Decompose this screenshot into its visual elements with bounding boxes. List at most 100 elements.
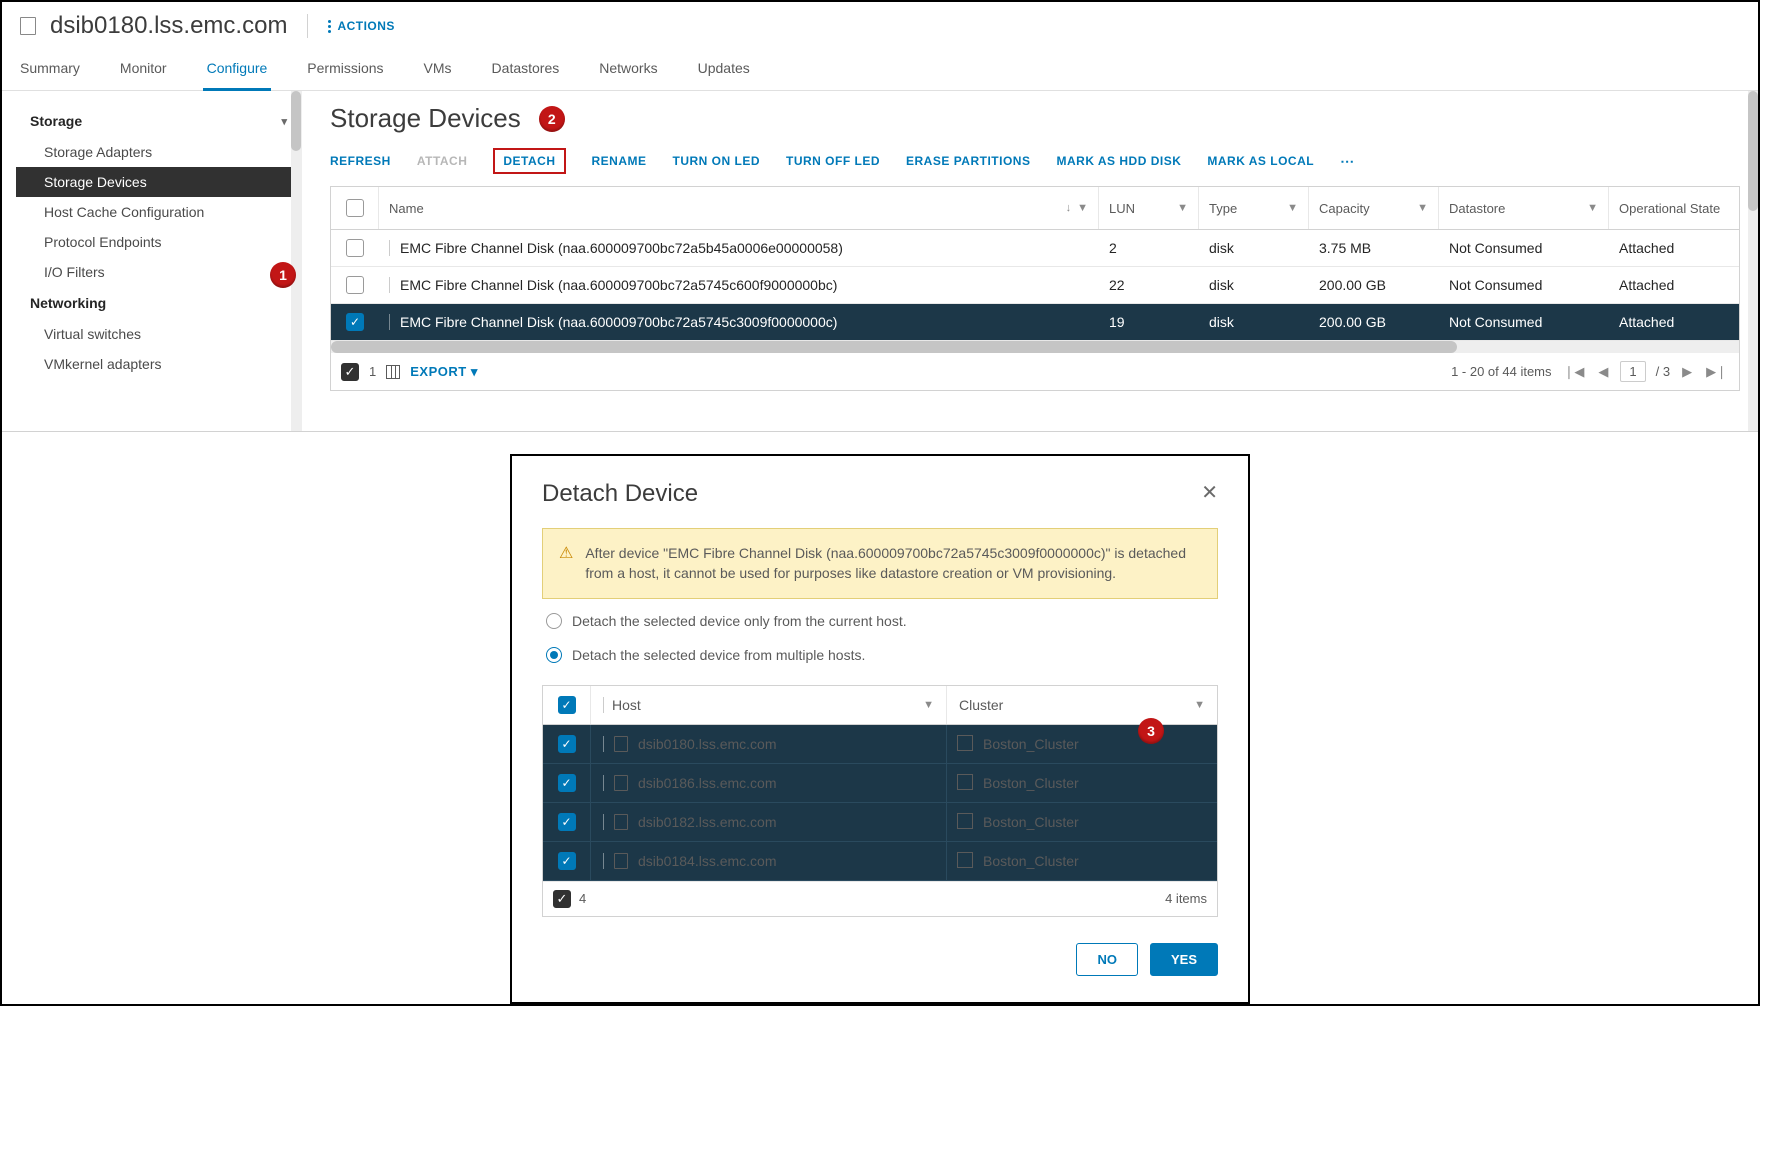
erase-partitions-button[interactable]: ERASE PARTITIONS [906,154,1030,168]
column-lun[interactable]: LUN [1109,201,1135,216]
select-all-checkbox[interactable] [346,199,364,217]
host-name: dsib0184.lss.emc.com [638,853,777,869]
host-name: dsib0182.lss.emc.com [638,814,777,830]
more-actions-icon[interactable]: ⋯ [1340,153,1356,170]
host-row[interactable]: ✓dsib0180.lss.emc.comBoston_Cluster [543,725,1217,764]
host-checkbox[interactable]: ✓ [558,813,576,831]
page-input[interactable]: 1 [1620,361,1645,382]
device-opstate: Attached [1609,231,1739,265]
tab-permissions[interactable]: Permissions [303,50,387,90]
rename-button[interactable]: RENAME [592,154,647,168]
tab-datastores[interactable]: Datastores [488,50,564,90]
column-host[interactable]: Host [612,697,641,713]
host-checkbox[interactable]: ✓ [558,735,576,753]
sidebar-group-label: Storage [30,113,82,129]
horizontal-scrollbar[interactable] [331,341,1739,353]
actions-menu[interactable]: ACTIONS [328,19,395,33]
main-content: Storage Devices 2 REFRESH ATTACH DETACH … [302,91,1758,431]
last-page-button[interactable]: ▶❘ [1704,364,1729,380]
attach-button[interactable]: ATTACH [417,154,468,168]
filter-icon[interactable]: ▼ [1287,202,1298,214]
sidebar-item-protocol-endpoints[interactable]: Protocol Endpoints [16,227,301,257]
filter-icon[interactable]: ▼ [923,699,934,711]
hosts-table: ✓ Host ▼ Cluster ▼ ✓dsib0180.lss.emc.comBo… [542,685,1218,917]
tab-configure[interactable]: Configure [203,50,272,91]
cluster-name: Boston_Cluster [983,775,1079,791]
row-checkbox[interactable] [346,239,364,257]
sort-icon[interactable]: ↓ [1066,202,1078,214]
close-button[interactable]: ✕ [1201,480,1218,505]
export-button[interactable]: EXPORT ▾ [410,364,478,380]
tab-networks[interactable]: Networks [595,50,661,90]
filter-icon[interactable]: ▼ [1077,202,1088,214]
refresh-button[interactable]: REFRESH [330,154,391,168]
sidebar-item-storage-adapters[interactable]: Storage Adapters [16,137,301,167]
column-type[interactable]: Type [1209,201,1237,216]
actions-label: ACTIONS [337,19,395,33]
host-icon [614,736,628,752]
sidebar-item-host-cache[interactable]: Host Cache Configuration [16,197,301,227]
yes-button[interactable]: YES [1150,943,1218,976]
column-capacity[interactable]: Capacity [1319,201,1370,216]
tab-updates[interactable]: Updates [694,50,754,90]
table-row[interactable]: EMC Fibre Channel Disk (naa.600009700bc7… [331,230,1739,267]
device-name: EMC Fibre Channel Disk (naa.600009700bc7… [400,277,837,293]
host-row[interactable]: ✓ dsib0182.lss.emc.com Boston_Cluster [543,803,1217,842]
table-row[interactable]: EMC Fibre Channel Disk (naa.600009700bc7… [331,267,1739,304]
filter-icon[interactable]: ▼ [1417,202,1428,214]
sidebar-scrollbar[interactable] [291,91,301,431]
filter-icon[interactable]: ▼ [1194,699,1205,711]
sidebar-group-storage[interactable]: Storage ▾ [16,105,301,137]
sidebar-item-vmkernel-adapters[interactable]: VMkernel adapters [16,349,301,379]
selected-hosts-icon: ✓ [553,890,571,908]
mark-local-button[interactable]: MARK AS LOCAL [1207,154,1314,168]
radio-option-multiple-hosts[interactable]: Detach the selected device from multiple… [542,633,1218,667]
mark-hdd-button[interactable]: MARK AS HDD DISK [1056,154,1181,168]
sidebar-item-io-filters[interactable]: I/O Filters [16,257,301,287]
select-all-hosts-checkbox[interactable]: ✓ [558,696,576,714]
column-datastore[interactable]: Datastore [1449,201,1505,216]
first-page-button[interactable]: ❘◀ [1562,364,1587,380]
host-row[interactable]: ✓dsib0186.lss.emc.comBoston_Cluster [543,764,1217,803]
column-cluster[interactable]: Cluster [959,697,1003,713]
tab-vms[interactable]: VMs [420,50,456,90]
host-icon [614,814,628,830]
columns-icon[interactable] [386,365,400,379]
device-datastore: Not Consumed [1439,305,1609,339]
device-capacity: 3.75 MB [1309,231,1439,265]
prev-page-button[interactable]: ◀ [1596,364,1610,380]
device-lun: 19 [1099,305,1199,339]
column-opstate[interactable]: Operational State [1619,201,1720,216]
detach-button[interactable]: DETACH [493,148,565,174]
tab-monitor[interactable]: Monitor [116,50,171,90]
host-checkbox[interactable]: ✓ [558,774,576,792]
main-tabs: Summary Monitor Configure Permissions VM… [2,50,1758,91]
no-button[interactable]: NO [1076,943,1138,976]
turn-off-led-button[interactable]: TURN OFF LED [786,154,880,168]
tab-summary[interactable]: Summary [16,50,84,90]
host-checkbox[interactable]: ✓ [558,852,576,870]
next-page-button[interactable]: ▶ [1680,364,1694,380]
row-checkbox[interactable] [346,276,364,294]
host-row[interactable]: ✓dsib0184.lss.emc.comBoston_Cluster [543,842,1217,881]
sidebar-item-storage-devices[interactable]: Storage Devices [16,167,301,197]
host-icon [614,775,628,791]
filter-icon[interactable]: ▼ [1587,202,1598,214]
turn-on-led-button[interactable]: TURN ON LED [673,154,761,168]
selected-count: 1 [369,364,376,379]
table-row[interactable]: ✓EMC Fibre Channel Disk (naa.600009700bc… [331,304,1739,341]
sidebar-item-virtual-switches[interactable]: Virtual switches [16,319,301,349]
filter-icon[interactable]: ▼ [1177,202,1188,214]
cluster-name: Boston_Cluster [983,814,1079,830]
column-name[interactable]: Name [389,201,424,216]
radio-option-current-host[interactable]: Detach the selected device only from the… [542,599,1218,633]
device-type: disk [1199,268,1309,302]
main-scrollbar[interactable] [1748,91,1758,431]
warning-icon: ⚠ [559,543,573,584]
device-opstate: Attached [1609,305,1739,339]
row-checkbox[interactable]: ✓ [346,313,364,331]
sidebar-group-networking[interactable]: Networking [16,287,301,319]
device-type: disk [1199,231,1309,265]
warning-banner: ⚠ After device "EMC Fibre Channel Disk (… [542,528,1218,599]
selected-count-icon: ✓ [341,363,359,381]
